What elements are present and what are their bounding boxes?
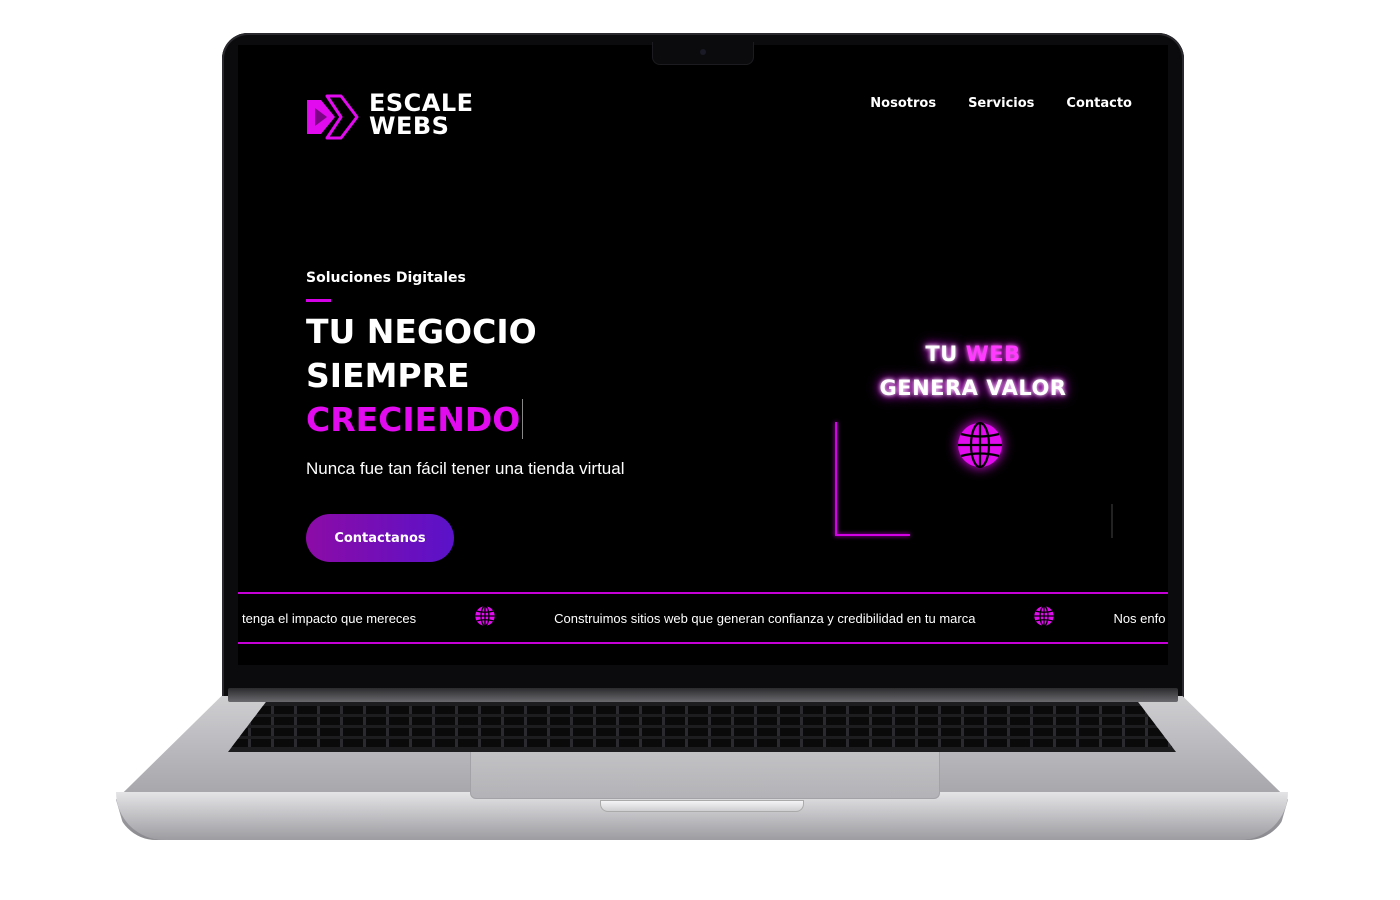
camera-notch: [652, 42, 754, 65]
hero-subtitle: Nunca fue tan fácil tener una tienda vir…: [306, 459, 625, 478]
typing-cursor: [522, 399, 524, 439]
laptop-keyboard: [228, 702, 1176, 752]
nav-link-servicios[interactable]: Servicios: [968, 96, 1034, 111]
promo-line2: GENERA VALOR: [879, 376, 1067, 400]
page-below-fold: [238, 645, 1168, 665]
neon-frame-vertical: [835, 422, 837, 535]
headline-line1: TU NEGOCIO: [306, 312, 537, 351]
website-screen: ESCALE WEBS Nosotros Servicios Contacto …: [238, 45, 1168, 665]
hero-eyebrow: Soluciones Digitales: [306, 270, 466, 286]
brand-name: ESCALE WEBS: [369, 91, 474, 140]
headline-accent: CRECIENDO: [306, 400, 521, 439]
frame-right-edge: [1111, 504, 1113, 538]
neon-frame-horizontal: [835, 534, 910, 536]
laptop-trackpad: [470, 752, 940, 799]
headline-line2: SIEMPRE: [306, 356, 470, 395]
ticker-item: Construimos sitios web que generan confi…: [554, 610, 976, 626]
brand-name-line2: WEBS: [369, 112, 450, 140]
nav-link-contacto[interactable]: Contacto: [1066, 96, 1132, 111]
hero-headline: TU NEGOCIO SIEMPRE CRECIENDO: [306, 310, 537, 442]
contact-button[interactable]: Contactanos: [306, 514, 454, 562]
ticker-item: tenga el impacto que mereces: [242, 610, 417, 626]
ticker-item: Nos enfo: [1113, 610, 1166, 626]
laptop-thumb-notch: [600, 800, 804, 812]
brand-logo[interactable]: ESCALE WEBS: [305, 90, 505, 144]
globe-icon: [955, 420, 1005, 475]
globe-icon: [1033, 605, 1055, 632]
eyebrow-underline: [306, 299, 331, 302]
promo-word-tu: TU: [925, 342, 958, 366]
promo-neon-text: TU WEB GENERA VALOR: [868, 337, 1078, 405]
main-nav: Nosotros Servicios Contacto: [870, 96, 1132, 111]
nav-link-nosotros[interactable]: Nosotros: [870, 96, 936, 111]
globe-icon: [474, 605, 496, 632]
laptop-hinge: [228, 688, 1178, 702]
marquee-ticker: tenga el impacto que mereces Construimos…: [238, 592, 1168, 644]
promo-word-web: WEB: [965, 342, 1021, 366]
brand-arrow-icon: [307, 94, 359, 140]
